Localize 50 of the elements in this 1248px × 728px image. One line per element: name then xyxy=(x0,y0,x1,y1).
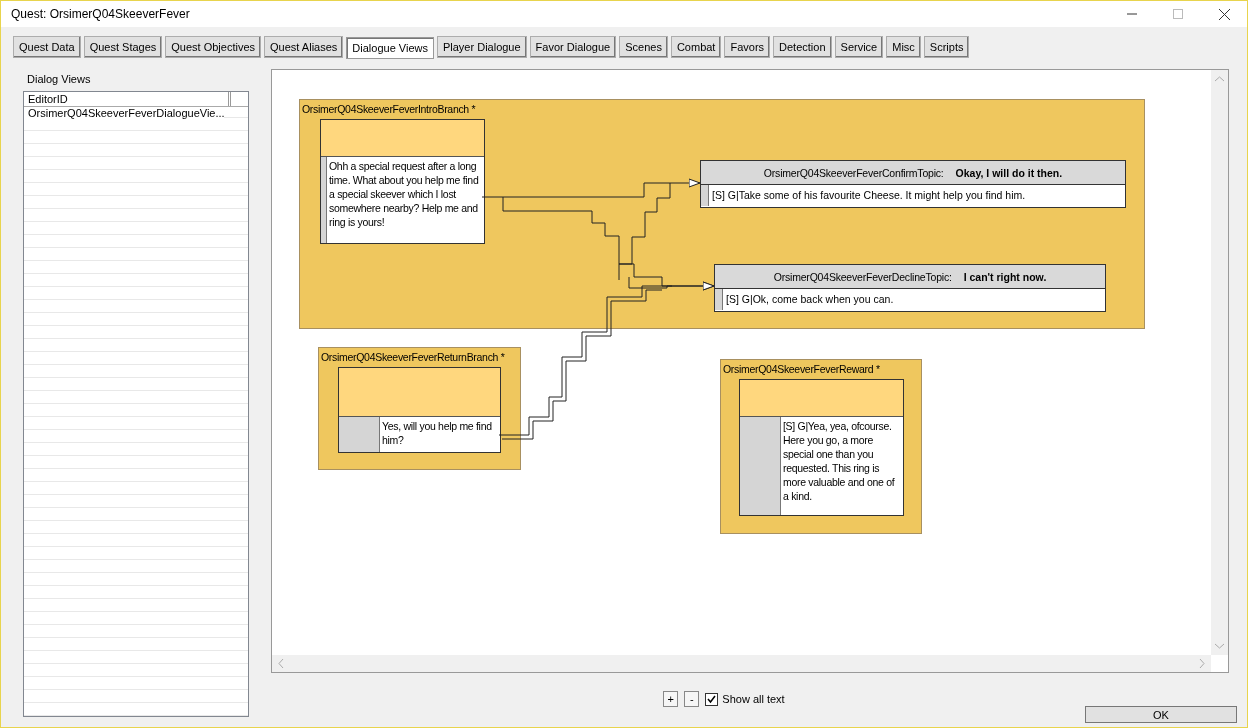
list-item[interactable]: OrsimerQ04SkeeverFeverDialogueVie... xyxy=(24,107,224,120)
scroll-left-icon[interactable] xyxy=(278,659,284,668)
topic-prompt: I can't right now. xyxy=(963,270,1047,283)
topic-response: [S] G|Take some of his favourite Cheese. It might help you find him. xyxy=(711,188,1026,203)
vertical-scrollbar[interactable] xyxy=(1211,70,1228,655)
branch-group[interactable]: OrsimerQ04SkeeverFeverReturnBranch * Yes, will you help me find him? xyxy=(318,347,521,470)
scroll-down-icon[interactable] xyxy=(1215,643,1224,649)
zoom-button[interactable]: - xyxy=(684,691,700,707)
tab[interactable]: Dialogue Views xyxy=(346,37,434,59)
tab[interactable]: Service xyxy=(834,36,884,58)
tab[interactable]: Favors xyxy=(724,36,771,58)
branch-title: OrsimerQ04SkeeverFeverReward * xyxy=(723,363,880,375)
tab[interactable]: Scripts xyxy=(923,36,970,58)
branch-title: OrsimerQ04SkeeverFeverReturnBranch * xyxy=(321,351,505,363)
topic-side-strip xyxy=(715,289,723,310)
topic-name: OrsimerQ04SkeeverFeverConfirmTopic: xyxy=(763,166,944,179)
scroll-right-icon[interactable] xyxy=(1199,659,1205,668)
checkbox-label[interactable]: Show all text xyxy=(722,693,785,705)
node-text: [S] G|Yea, yea, ofcourse. Here you go, a more special one than you requested. This ring is more valuable and one of a kind. xyxy=(782,419,896,504)
tab[interactable]: Detection xyxy=(773,36,832,58)
dialogue-node[interactable]: Yes, will you help me find him? xyxy=(338,367,501,453)
node-text: Yes, will you help me find him? xyxy=(381,419,493,448)
topic-name: OrsimerQ04SkeeverFeverDeclineTopic: xyxy=(773,270,952,283)
topic-response: [S] G|Ok, come back when you can. xyxy=(725,292,894,307)
tab[interactable]: Quest Stages xyxy=(83,36,163,58)
tab[interactable]: Misc xyxy=(886,36,921,58)
node-side-strip xyxy=(339,417,380,452)
checkbox[interactable] xyxy=(705,692,719,706)
branch-group[interactable]: OrsimerQ04SkeeverFeverReward * [S] G|Yea, yea, ofcourse. Here you go, a more special one than you requested. This ring is more valuable and one of a kind. xyxy=(720,359,922,534)
zoom-button[interactable]: + xyxy=(663,691,679,707)
tab[interactable]: Player Dialogue xyxy=(436,36,527,58)
topic-node[interactable]: OrsimerQ04SkeeverFeverDeclineTopic: I can't right now. [S] G|Ok, come back when you can. xyxy=(714,264,1106,312)
window-title: Quest: OrsimerQ04SkeeverFever xyxy=(10,7,191,21)
tab[interactable]: Favor Dialogue xyxy=(529,36,617,58)
tab[interactable]: Combat xyxy=(670,36,722,58)
scroll-up-icon[interactable] xyxy=(1215,76,1224,82)
node-text: Ohh a special request after a long time. What about you help me find a special skeever which I lost somewhere nearby? Help me and ring is yours! xyxy=(328,159,480,230)
ok-button[interactable]: OK xyxy=(1085,706,1237,723)
horizontal-scrollbar[interactable] xyxy=(272,655,1211,672)
dialogue-node[interactable]: Ohh a special request after a long time. What about you help me find a special skeever which I lost somewhere nearby? Help me and ring is yours! xyxy=(320,119,485,244)
tab[interactable]: Scenes xyxy=(619,36,668,58)
dialogue-node[interactable]: [S] G|Yea, yea, ofcourse. Here you go, a more special one than you requested. This ring is more valuable and one of a kind. xyxy=(739,379,904,516)
topic-prompt: Okay, I will do it then. xyxy=(955,166,1063,179)
tab[interactable]: Quest Aliases xyxy=(264,36,344,58)
topic-side-strip xyxy=(701,185,709,206)
tab[interactable]: Quest Objectives xyxy=(165,36,262,58)
branch-title: OrsimerQ04SkeeverFeverIntroBranch * xyxy=(302,103,476,115)
topic-node[interactable]: OrsimerQ04SkeeverFeverConfirmTopic: Okay, I will do it then. [S] G|Take some of his favourite Cheese. It might help you find him. xyxy=(700,160,1126,208)
tab[interactable]: Quest Data xyxy=(13,36,81,58)
panel-label: Dialog Views xyxy=(26,72,92,87)
